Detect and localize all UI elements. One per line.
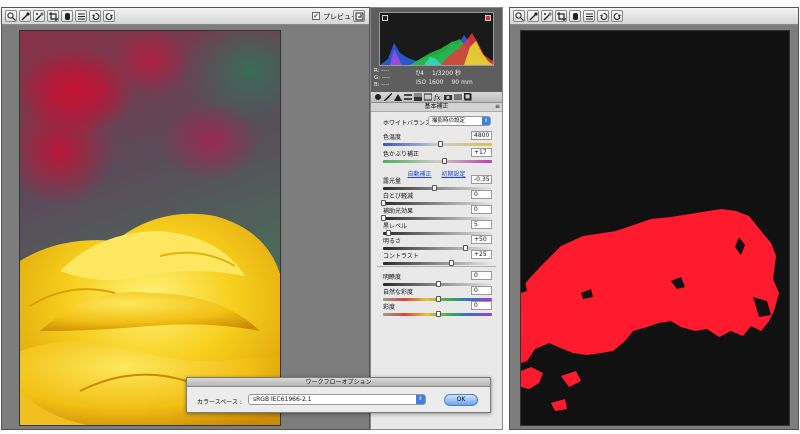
slider-label: コントラスト xyxy=(383,253,419,260)
color-space-select[interactable]: sRGB IEC61966-2.1 ⇕ xyxy=(248,394,426,405)
slider-value-field[interactable]: +25 xyxy=(471,250,492,259)
white-balance-eyedropper-icon[interactable] xyxy=(527,10,539,22)
adjustment-panel: R: ---- G: ---- B: ---- f/4 1/3200 秒 ISO … xyxy=(370,7,503,430)
tab-presets-icon[interactable] xyxy=(454,93,462,101)
tab-detail-icon[interactable] xyxy=(394,93,402,101)
select-arrows-icon: ⇕ xyxy=(416,395,425,404)
slider-value-field[interactable]: 0 xyxy=(471,190,492,199)
retouch-icon[interactable] xyxy=(61,10,73,22)
rotate-ccw-icon[interactable] xyxy=(597,10,609,22)
slider-value-field[interactable]: 0 xyxy=(471,205,492,214)
list-icon[interactable] xyxy=(583,10,595,22)
temperature-label: 色温度 xyxy=(383,134,402,141)
r-readout: R: ---- xyxy=(374,68,390,74)
zoom-tool-icon[interactable] xyxy=(5,10,17,22)
photo-preview[interactable] xyxy=(19,30,281,426)
shutter-speed: 1/3200 秒 xyxy=(431,70,461,77)
crop-icon[interactable] xyxy=(555,10,567,22)
slider-control: コントラスト +25 xyxy=(371,250,502,273)
slider-value-field[interactable]: -0.35 xyxy=(471,175,492,184)
yellow-flower xyxy=(20,213,280,425)
rotate-cw-icon[interactable] xyxy=(103,10,115,22)
shadow-clipping-icon[interactable] xyxy=(382,15,388,21)
slider-label: 黒レベル xyxy=(383,223,408,230)
tab-lens-icon[interactable] xyxy=(423,93,433,101)
slider-value-field[interactable]: 0 xyxy=(471,301,492,310)
slider-control: 彩度 0 xyxy=(371,301,502,324)
color-sampler-icon[interactable] xyxy=(33,10,45,22)
aperture: f/4 xyxy=(416,70,424,77)
b-readout: B: ---- xyxy=(374,82,390,88)
slider-label: 明瞭度 xyxy=(383,274,402,281)
white-balance-row: ホワイトバランス : 撮影時の設定 ⇕ xyxy=(371,115,502,129)
tint-slider-thumb[interactable] xyxy=(442,158,448,164)
panel-tabs: fx xyxy=(371,92,502,103)
white-balance-select[interactable]: 撮影時の設定 ⇕ xyxy=(428,116,491,126)
g-readout: G: ---- xyxy=(374,75,390,81)
right-toolbar xyxy=(510,8,798,25)
slider-label: 白とび軽減 xyxy=(383,193,414,200)
slider-track[interactable] xyxy=(383,262,492,265)
rotate-cw-icon[interactable] xyxy=(611,10,623,22)
rotate-ccw-icon[interactable] xyxy=(89,10,101,22)
temperature-slider-thumb[interactable] xyxy=(437,141,443,147)
highlight-clipping-icon[interactable] xyxy=(485,15,491,21)
white-balance-eyedropper-icon[interactable] xyxy=(19,10,31,22)
histogram-area: R: ---- G: ---- B: ---- f/4 1/3200 秒 ISO … xyxy=(371,8,502,92)
slider-value-field[interactable]: 5 xyxy=(471,220,492,229)
tint-control: 色かぶり補正 +17 xyxy=(371,148,502,171)
svg-text:fx: fx xyxy=(434,94,441,101)
tint-field[interactable]: +17 xyxy=(471,148,492,157)
section-menu-icon[interactable]: ≡ xyxy=(495,103,500,111)
clipping-mask-preview[interactable] xyxy=(520,30,790,426)
slider-thumb[interactable] xyxy=(435,311,441,317)
temperature-field[interactable]: 4800 xyxy=(471,131,492,140)
slider-label: 明るさ xyxy=(383,238,402,245)
shot-info: f/4 1/3200 秒 ISO 1600 90 mm xyxy=(416,69,481,87)
tab-hsl-icon[interactable] xyxy=(404,93,412,101)
dialog-title: ワークフローオプション xyxy=(187,378,490,387)
slider-value-field[interactable]: 0 xyxy=(471,286,492,295)
focal-length: 90 mm xyxy=(451,79,473,86)
select-arrows-icon: ⇕ xyxy=(482,117,490,125)
iso: ISO 1600 xyxy=(416,79,444,86)
right-raw-window xyxy=(509,7,799,430)
slider-label: 自然な彩度 xyxy=(383,289,414,296)
white-balance-value: 撮影時の設定 xyxy=(432,118,466,124)
color-sampler-icon[interactable] xyxy=(541,10,553,22)
slider-label: 補助光効果 xyxy=(383,208,414,215)
slider-label: 彩度 xyxy=(383,304,396,311)
tab-camera-calibration-icon[interactable] xyxy=(444,93,452,101)
tab-tone-curve-icon[interactable] xyxy=(383,92,393,102)
fullscreen-icon[interactable] xyxy=(353,10,365,22)
slider-value-field[interactable]: 0 xyxy=(471,271,492,280)
tint-label: 色かぶり補正 xyxy=(383,151,420,158)
histogram xyxy=(379,12,494,66)
red-clipping-mask xyxy=(521,209,779,411)
retouch-icon[interactable] xyxy=(569,10,581,22)
section-title: 基本補正 xyxy=(424,103,449,110)
tab-split-toning-icon[interactable] xyxy=(414,93,422,101)
crop-icon[interactable] xyxy=(47,10,59,22)
left-raw-window: ✔ プレビュー xyxy=(1,7,370,430)
zoom-tool-icon[interactable] xyxy=(513,10,525,22)
tint-track[interactable] xyxy=(383,160,492,163)
tab-basic-icon[interactable] xyxy=(374,93,382,101)
workflow-options-dialog: ワークフローオプション カラースペース : sRGB IEC61966-2.1 … xyxy=(186,377,491,413)
section-divider xyxy=(377,266,496,267)
basic-section-header: 基本補正 ≡ xyxy=(371,103,502,112)
slider-value-field[interactable]: +50 xyxy=(471,235,492,244)
slider-label: 露光量 xyxy=(383,178,402,185)
tab-fx-icon[interactable]: fx xyxy=(433,93,442,102)
left-toolbar: ✔ プレビュー xyxy=(2,8,369,25)
color-space-label: カラースペース : xyxy=(197,399,242,406)
color-space-value: sRGB IEC61966-2.1 xyxy=(253,396,312,403)
tab-snapshots-icon[interactable] xyxy=(463,92,472,101)
list-icon[interactable] xyxy=(75,10,87,22)
ok-button[interactable]: OK xyxy=(444,394,478,406)
preview-checkbox[interactable]: ✔ xyxy=(312,12,320,20)
